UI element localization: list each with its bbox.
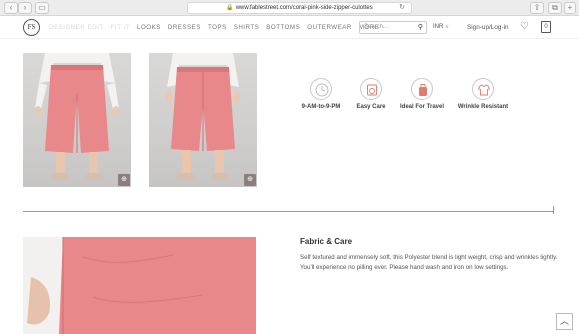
tabs-icon[interactable]: ⧉	[548, 2, 562, 14]
zoom-icon[interactable]: ⊕	[118, 174, 130, 186]
search-placeholder: Search...	[364, 24, 389, 30]
zoom-icon[interactable]: ⊕	[244, 174, 256, 186]
nav-item-fit-it[interactable]: FIT IT	[111, 24, 130, 31]
product-image-back[interactable]: ⊕	[149, 53, 257, 187]
new-tab-icon[interactable]: +	[564, 2, 576, 14]
nav-item-looks[interactable]: LOOKS	[137, 24, 161, 31]
clock-icon	[310, 78, 332, 100]
product-image-front[interactable]: ⊕	[23, 53, 131, 187]
search-input[interactable]: Search... ⚲	[359, 21, 427, 34]
model-front-illustration	[34, 53, 120, 179]
main-nav: DESIGNER EDIT FIT IT LOOKS DRESSES TOPS …	[49, 16, 379, 39]
lock-icon: 🔒	[226, 5, 234, 11]
forward-icon[interactable]: ›	[18, 2, 32, 14]
feature-label: Wrinkle Resistant	[457, 104, 509, 110]
nav-item-outerwear[interactable]: OUTERWEAR	[307, 24, 352, 31]
fabric-care-title: Fabric & Care	[300, 237, 353, 246]
scroll-to-top-button[interactable]: ︿	[556, 313, 573, 330]
nav-item-tops[interactable]: TOPS	[208, 24, 227, 31]
travel-icon	[411, 78, 433, 100]
nav-item-dresses[interactable]: DRESSES	[168, 24, 201, 31]
chevron-down-icon: ∨	[445, 24, 450, 30]
feature-wrinkle-resistant: Wrinkle Resistant	[453, 78, 513, 110]
nav-item-shirts[interactable]: SHIRTS	[234, 24, 260, 31]
share-icon[interactable]: ⇧	[530, 2, 544, 14]
divider-end-mark	[553, 206, 554, 214]
nav-item-bottoms[interactable]: BOTTOMS	[266, 24, 300, 31]
currency-select[interactable]: INR ∨	[433, 21, 449, 34]
fabric-care-body: Self textured and immensely soft, this P…	[300, 254, 558, 271]
back-icon[interactable]: ‹	[4, 2, 18, 14]
washing-icon	[360, 78, 382, 100]
section-divider	[23, 211, 553, 212]
wishlist-heart-icon[interactable]: ♡	[520, 20, 529, 34]
browser-toolbar: ‹ › ▭ 🔒 www.fablestreet.com/coral-pink-si…	[0, 0, 579, 16]
sidebar-icon[interactable]: ▭	[35, 2, 49, 14]
fabric-closeup-illustration	[23, 237, 256, 334]
logo-text: FS	[27, 23, 36, 31]
nav-item-designer-edit[interactable]: DESIGNER EDIT	[49, 24, 104, 31]
shopping-bag-icon[interactable]: 0	[541, 21, 551, 33]
search-icon[interactable]: ⚲	[418, 22, 423, 33]
site-logo[interactable]: FS	[23, 19, 40, 36]
feature-label: Ideal For Travel	[399, 104, 445, 110]
shirt-icon	[472, 78, 494, 100]
currency-value: INR	[433, 24, 444, 30]
url-text: www.fablestreet.com/coral-pink-side-zipp…	[235, 5, 373, 11]
site-header: FS DESIGNER EDIT FIT IT LOOKS DRESSES TO…	[0, 16, 579, 39]
model-back-illustration	[165, 53, 241, 179]
fabric-closeup-image[interactable]	[23, 237, 256, 334]
address-bar[interactable]: 🔒 www.fablestreet.com/coral-pink-side-zip…	[187, 2, 412, 14]
bag-count: 0	[544, 24, 548, 30]
feature-ideal-for-travel: Ideal For Travel	[392, 78, 452, 110]
reload-icon[interactable]: ↻	[399, 3, 405, 13]
signup-login-link[interactable]: Sign-up/Log-in	[467, 21, 509, 34]
